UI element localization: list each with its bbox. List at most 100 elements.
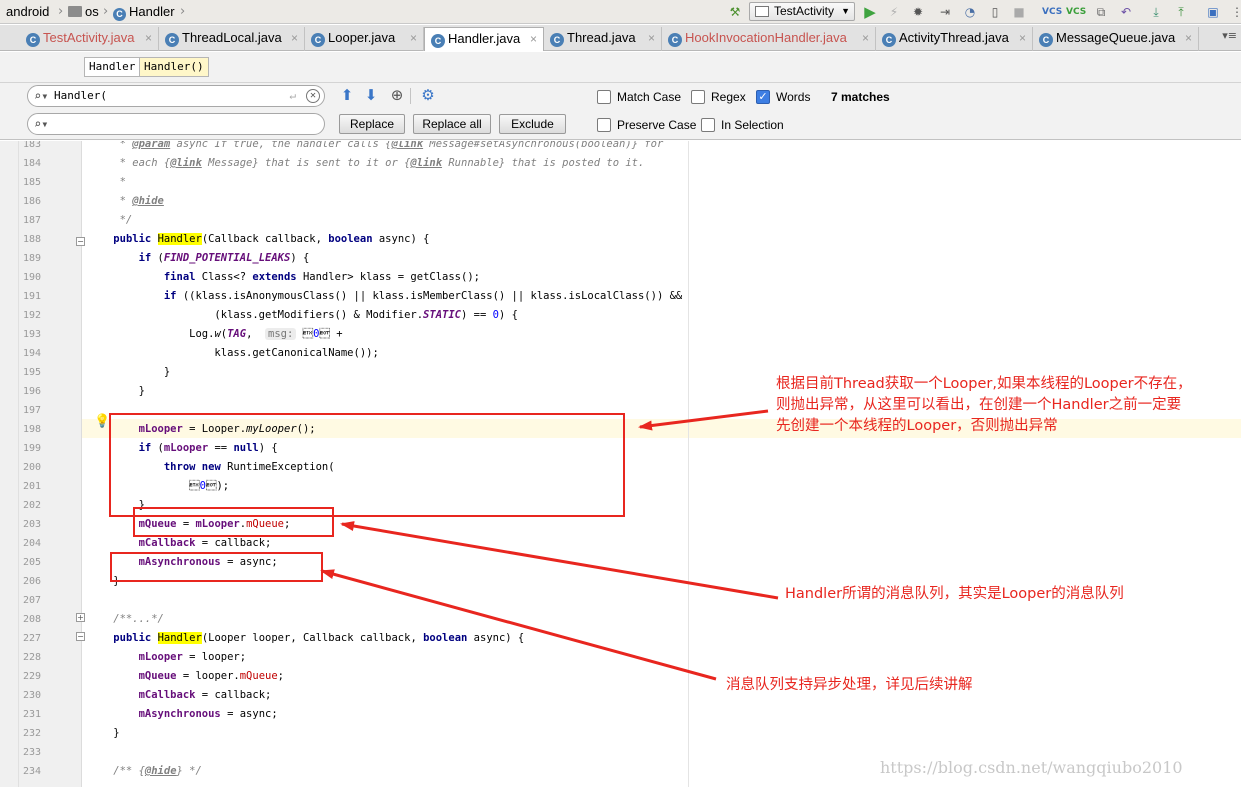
match-case-checkbox[interactable]: Match Case — [597, 89, 681, 105]
package-folder-icon — [68, 6, 82, 17]
code-line[interactable]: 184 * each {@link Message} that is sent … — [0, 154, 1241, 173]
code-line[interactable]: 189 if (FIND_POTENTIAL_LEAKS) { — [0, 249, 1241, 268]
close-tab-icon[interactable]: × — [1019, 27, 1026, 49]
code-line[interactable]: 186 * @hide — [0, 192, 1241, 211]
apply-changes-icon[interactable]: ⚡ — [885, 3, 903, 21]
annotation-note-async: 消息队列支持异步处理，详见后续讲解 — [726, 677, 973, 693]
search-input[interactable]: ⌕▾ Handler( ↵ ✕ — [27, 85, 325, 107]
exclude-button[interactable]: Exclude — [499, 114, 566, 134]
line-number: 184 — [22, 158, 41, 169]
line-number: 204 — [22, 538, 41, 549]
close-tab-icon[interactable]: × — [1185, 27, 1192, 49]
line-number: 188 — [22, 234, 41, 245]
editor-tab[interactable]: C Handler.java × — [424, 27, 544, 51]
code-line[interactable]: 230 mCallback = callback; — [0, 686, 1241, 705]
editor-tab[interactable]: C HookInvocationHandler.java × — [662, 27, 876, 51]
avd-manager-icon[interactable]: ⤒ — [1172, 3, 1190, 21]
android-config-icon — [755, 6, 769, 17]
code-line[interactable]: 232 } — [0, 724, 1241, 743]
line-number: 199 — [22, 443, 41, 454]
more-icon[interactable]: ⋮ — [1228, 3, 1241, 21]
run-configuration-dropdown[interactable]: TestActivity ▼ — [749, 2, 855, 21]
expand-fold-icon[interactable]: + — [76, 613, 85, 622]
code-line[interactable]: 227 public Handler(Looper looper, Callba… — [0, 629, 1241, 648]
vcs-update-icon[interactable]: VCS — [1042, 3, 1062, 21]
line-number: 233 — [22, 747, 41, 758]
next-occurrence-icon[interactable]: ⬇ — [362, 86, 380, 104]
line-number: 195 — [22, 367, 41, 378]
sdk-manager-icon[interactable]: ⤓ — [1147, 3, 1165, 21]
code-line[interactable]: 229 mQueue = looper.mQueue; — [0, 667, 1241, 686]
code-line[interactable]: 194 klass.getCanonicalName()); — [0, 344, 1241, 363]
revert-icon[interactable]: ↶ — [1117, 3, 1135, 21]
line-number: 196 — [22, 386, 41, 397]
tab-overflow-icon[interactable]: ▾≡ — [1222, 29, 1237, 42]
clear-icon[interactable]: ✕ — [306, 89, 320, 103]
code-line[interactable]: 185 * — [0, 173, 1241, 192]
code-line[interactable]: 187 */ — [0, 211, 1241, 230]
annotation-note-looper: 根据目前Thread获取一个Looper,如果本线程的Looper不存在， 则抛… — [776, 376, 1192, 434]
line-number: 206 — [22, 576, 41, 587]
code-line[interactable]: 188 public Handler(Callback callback, bo… — [0, 230, 1241, 249]
close-tab-icon[interactable]: × — [862, 27, 869, 49]
breadcrumb-os[interactable]: os — [68, 3, 99, 21]
structure-chip-handler-constructor[interactable]: Handler() — [139, 57, 209, 77]
project-structure-icon[interactable]: ▣ — [1204, 3, 1222, 21]
profiler-icon[interactable]: ◔ — [961, 3, 979, 21]
code-line[interactable]: 208 /**...*/ — [0, 610, 1241, 629]
device-icon[interactable]: ▯ — [986, 3, 1004, 21]
vcs-commit-icon[interactable]: VCS — [1066, 3, 1086, 21]
code-text: (klass.getModifiers() & Modifier.STATIC)… — [88, 309, 518, 321]
replace-input[interactable]: ⌕▾ — [27, 113, 325, 135]
regex-label: Regex — [711, 90, 746, 104]
replace-all-button[interactable]: Replace all — [413, 114, 491, 134]
build-hammer-icon[interactable]: ⚒ — [726, 3, 744, 21]
editor-tab[interactable]: C Looper.java × — [305, 27, 424, 51]
editor-tab[interactable]: C ThreadLocal.java × — [159, 27, 305, 51]
code-line[interactable]: 190 final Class<? extends Handler> klass… — [0, 268, 1241, 287]
preserve-case-checkbox[interactable]: Preserve Case — [597, 117, 696, 133]
regex-checkbox[interactable]: Regex — [691, 89, 746, 105]
close-tab-icon[interactable]: × — [145, 27, 152, 49]
editor-tab[interactable]: C MessageQueue.java × — [1033, 27, 1199, 51]
close-tab-icon[interactable]: × — [291, 27, 298, 49]
close-tab-icon[interactable]: × — [410, 27, 417, 49]
in-selection-checkbox[interactable]: In Selection — [701, 117, 784, 133]
breadcrumb-handler[interactable]: C Handler — [113, 3, 175, 21]
debug-bug-icon[interactable]: ✹ — [909, 3, 927, 21]
code-line[interactable]: 231 mAsynchronous = async; — [0, 705, 1241, 724]
structure-chip-handler-class[interactable]: Handler — [84, 57, 141, 77]
words-checkbox[interactable]: ✓ Words — [756, 89, 810, 105]
close-tab-icon[interactable]: × — [530, 28, 537, 50]
breadcrumb-android[interactable]: android — [6, 3, 49, 21]
close-tab-icon[interactable]: × — [648, 27, 655, 49]
lightbulb-icon[interactable]: 💡 — [94, 414, 110, 429]
line-number: 227 — [22, 633, 41, 644]
line-number: 193 — [22, 329, 41, 340]
compare-icon[interactable]: ⧉ — [1092, 3, 1110, 21]
code-text: public Handler(Callback callback, boolea… — [113, 233, 430, 245]
code-line[interactable]: 193 Log.w(TAG, msg: 0 + — [0, 325, 1241, 344]
previous-occurrence-icon[interactable]: ⬆ — [338, 86, 356, 104]
code-text: } — [88, 385, 145, 397]
editor-tab[interactable]: C TestActivity.java × — [20, 27, 159, 51]
find-all-icon[interactable]: ⊕ — [388, 86, 406, 104]
settings-gear-icon[interactable]: ⚙ — [419, 86, 437, 104]
run-icon[interactable]: ▶ — [861, 3, 879, 21]
editor-tab[interactable]: C Thread.java × — [544, 27, 662, 51]
newline-icon[interactable]: ↵ — [289, 86, 296, 106]
fold-toggle-icon[interactable]: − — [76, 632, 85, 641]
code-line[interactable]: 228 mLooper = looper; — [0, 648, 1241, 667]
attach-debugger-icon[interactable]: ⇥ — [936, 3, 954, 21]
code-line[interactable]: 183 * @param async If true, the handler … — [0, 141, 1241, 154]
class-icon: C — [882, 33, 896, 47]
replace-button[interactable]: Replace — [339, 114, 405, 134]
in-selection-label: In Selection — [721, 118, 784, 132]
line-number: 228 — [22, 652, 41, 663]
code-line[interactable]: 192 (klass.getModifiers() & Modifier.STA… — [0, 306, 1241, 325]
editor-tab[interactable]: C ActivityThread.java × — [876, 27, 1033, 51]
code-text: } — [88, 366, 171, 378]
stop-icon[interactable]: ■ — [1010, 3, 1028, 21]
fold-toggle-icon[interactable]: − — [76, 237, 85, 246]
code-line[interactable]: 191 if ((klass.isAnonymousClass() || kla… — [0, 287, 1241, 306]
